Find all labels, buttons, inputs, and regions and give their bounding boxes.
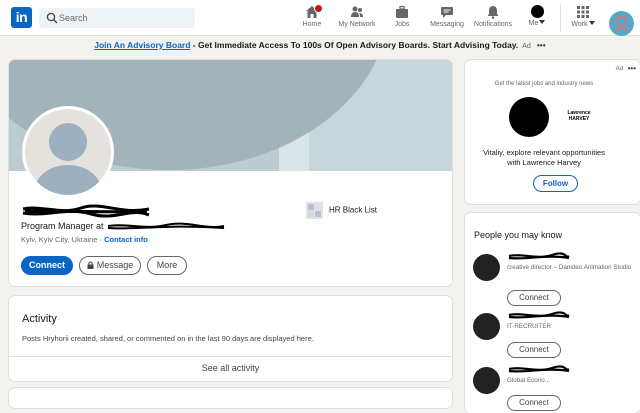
connect-button[interactable]: Connect (507, 342, 561, 358)
ad-text: - Get Immediate Access To 100s Of Open A… (190, 40, 519, 50)
nav-messaging[interactable]: Messaging (429, 5, 465, 33)
nav-my-network[interactable]: My Network (337, 5, 377, 33)
more-options-icon[interactable]: ••• (537, 40, 546, 50)
nav-label: Work (570, 21, 596, 28)
nav-label: My Network (338, 21, 376, 28)
nav-me[interactable]: Me (526, 5, 548, 33)
bell-icon (487, 6, 499, 19)
ad-link[interactable]: Join An Advisory Board (94, 40, 190, 50)
advertiser-logo[interactable]: Lawrence HARVEY (562, 110, 596, 122)
viewer-avatar (509, 97, 549, 137)
nav-label: Messaging (430, 21, 464, 28)
person-role: IT-RECRUITER (507, 323, 552, 330)
notification-badge (314, 4, 323, 13)
current-company[interactable]: HR Black List (306, 202, 377, 219)
search-icon (46, 12, 58, 24)
ad-tag: Ad (522, 43, 531, 50)
search-placeholder: Search (59, 13, 88, 23)
ad-pitch: Vitaliy, explore relevant opportunities … (483, 148, 605, 167)
person-role: Global Econo... (507, 377, 551, 384)
nav-home[interactable]: Home (300, 4, 324, 33)
nav-label: Home (302, 21, 322, 28)
person-avatar[interactable] (473, 367, 500, 394)
people-icon (351, 6, 363, 17)
ad-label: Ad (615, 66, 623, 72)
connect-button[interactable]: Connect (507, 290, 561, 306)
connect-button[interactable]: Connect (21, 256, 73, 275)
person-name-redacted (508, 311, 570, 319)
account-avatar-icon[interactable] (609, 11, 634, 36)
person-avatar[interactable] (473, 313, 500, 340)
contact-info-link[interactable]: Contact info (104, 235, 148, 244)
more-button[interactable]: More (147, 256, 187, 275)
nav-label: Me (526, 20, 548, 27)
caret-down-icon (539, 20, 546, 24)
nav-work[interactable]: Work (570, 5, 596, 33)
activity-description: Posts Hryhorii created, shared, or comme… (22, 334, 314, 343)
message-button[interactable]: Message (79, 256, 141, 275)
linkedin-logo[interactable]: in (11, 7, 32, 28)
person-avatar[interactable] (473, 254, 500, 281)
profile-headline: Program Manager at (21, 221, 226, 231)
top-nav: in Search Home My Network Jobs Messaging… (0, 0, 640, 36)
people-you-may-know-card: People you may know creative director – … (465, 213, 640, 413)
connect-button[interactable]: Connect (507, 395, 561, 411)
grid-icon (577, 6, 589, 18)
nav-label: Notifications (473, 21, 513, 28)
briefcase-icon (396, 5, 408, 18)
search-input[interactable]: Search (39, 8, 195, 28)
see-all-activity-link[interactable]: See all activity (9, 358, 452, 378)
person-name-redacted (508, 365, 570, 373)
chat-icon (441, 7, 453, 18)
headline-redacted (107, 222, 225, 230)
profile-location: Kyiv, Kyiv City, Ukraine · Contact info (21, 235, 148, 244)
sidebar-ad-card: Ad ••• Get the latest jobs and industry … (465, 60, 640, 204)
person-role: creative director – Danideo Animation St… (507, 264, 632, 271)
follow-button[interactable]: Follow (533, 175, 578, 192)
nav-jobs[interactable]: Jobs (392, 5, 412, 33)
nav-notifications[interactable]: Notifications (473, 5, 513, 33)
more-options-icon[interactable]: ••• (628, 64, 636, 73)
activity-card: Activity Posts Hryhorii created, shared,… (9, 296, 452, 381)
person-name-redacted (508, 252, 570, 260)
company-logo-icon (306, 202, 323, 219)
caret-down-icon (588, 21, 595, 25)
ad-banner: Join An Advisory Board - Get Immediate A… (0, 36, 640, 54)
me-avatar (530, 5, 544, 18)
lock-icon (87, 261, 94, 269)
next-section-card (9, 388, 452, 408)
profile-photo[interactable] (22, 106, 114, 198)
person-icon (609, 11, 634, 36)
activity-title: Activity (22, 313, 57, 325)
ad-tagline: Get the latest jobs and industry news (494, 81, 594, 87)
nav-label: Jobs (394, 21, 410, 28)
nav-divider (560, 4, 561, 32)
profile-name-redacted (22, 204, 150, 218)
profile-card: Program Manager at Kyiv, Kyiv City, Ukra… (9, 60, 452, 286)
section-title: People you may know (474, 230, 563, 240)
divider (9, 356, 452, 357)
